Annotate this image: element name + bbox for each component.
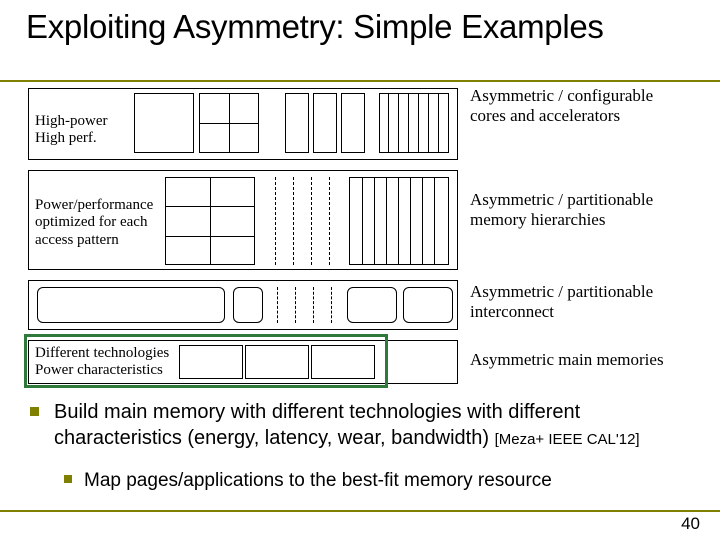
mem-dash-4 (329, 177, 330, 265)
ic-dash-1 (277, 287, 278, 323)
mem-dash-2 (293, 177, 294, 265)
core-stripes (379, 93, 449, 153)
footer-underline (0, 510, 720, 512)
main-seg-1 (179, 345, 243, 379)
page-title: Exploiting Asymmetry: Simple Examples (26, 8, 694, 46)
mem-left-label: Power/performance optimized for each acc… (35, 197, 161, 249)
main-left-label: Different technologies Power characteris… (35, 345, 169, 380)
ic-chip-3 (347, 287, 397, 323)
slide: Exploiting Asymmetry: Simple Examples Hi… (0, 0, 720, 540)
core-tall-1 (285, 93, 309, 153)
ic-dash-4 (331, 287, 332, 323)
bullet-area: Build main memory with different technol… (26, 400, 694, 493)
core-tall-2 (313, 93, 337, 153)
mem-right-label: Asymmetric / partitionable memory hierar… (470, 190, 690, 229)
core-big-box (134, 93, 194, 153)
bullet-2-text: Map pages/applications to the best-fit m… (84, 470, 552, 491)
core-quad-box (199, 93, 259, 153)
row-interconnect (28, 280, 458, 330)
mem-dash-1 (275, 177, 276, 265)
mem-left-block (165, 177, 255, 265)
main-right-label: Asymmetric main memories (470, 350, 690, 370)
cores-left-label: High-power High perf. (35, 113, 107, 148)
diagram: High-power High perf. Asymmetric / confi… (28, 82, 696, 392)
bullet-icon (30, 407, 39, 416)
main-seg-2 (245, 345, 309, 379)
ic-right-label: Asymmetric / partitionable interconnect (470, 282, 690, 321)
bullet-1: Build main memory with different technol… (26, 400, 694, 451)
cores-right-label: Asymmetric / configurable cores and acce… (470, 86, 690, 125)
ic-dash-3 (313, 287, 314, 323)
bullet-1-cite: [Meza+ IEEE CAL'12] (495, 431, 640, 448)
page-number: 40 (681, 514, 700, 534)
ic-chip-1 (37, 287, 225, 323)
ic-chip-2 (233, 287, 263, 323)
bullet-2: Map pages/applications to the best-fit m… (26, 469, 694, 493)
mem-right-block (349, 177, 449, 265)
ic-dash-2 (295, 287, 296, 323)
bullet-icon (64, 475, 72, 483)
core-tall-3 (341, 93, 365, 153)
row-mainmem: Different technologies Power characteris… (28, 340, 458, 384)
main-seg-3 (311, 345, 375, 379)
row-cores: High-power High perf. (28, 88, 458, 160)
row-mem: Power/performance optimized for each acc… (28, 170, 458, 270)
ic-chip-4 (403, 287, 453, 323)
mem-dash-3 (311, 177, 312, 265)
